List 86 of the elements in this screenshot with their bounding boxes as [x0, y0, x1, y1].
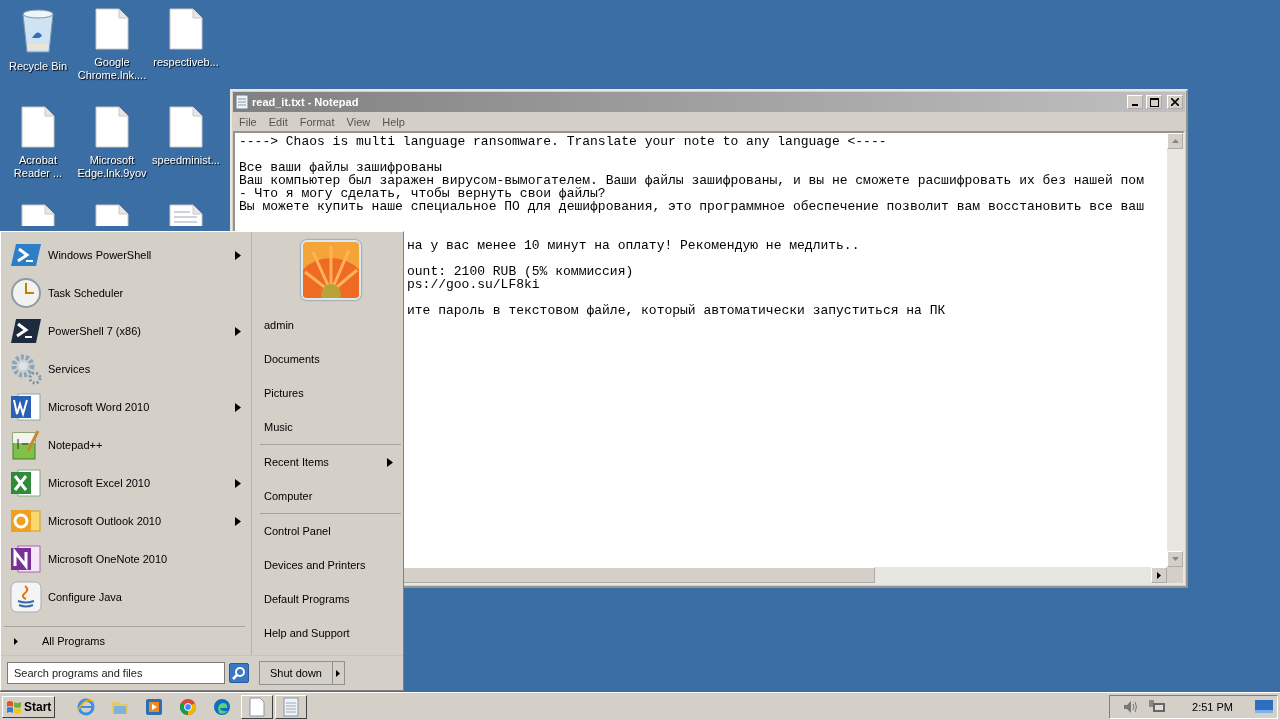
program-item[interactable]: Services [4, 350, 251, 388]
network-icon[interactable] [1148, 698, 1167, 715]
clock-icon [10, 277, 42, 309]
document-icon [169, 8, 203, 50]
document-icon [21, 204, 55, 226]
search-icon [232, 666, 246, 680]
place-item[interactable]: Computer [260, 479, 401, 513]
document-icon [249, 696, 266, 717]
taskbar-button[interactable] [275, 694, 308, 719]
minimize-button[interactable] [1127, 95, 1143, 109]
menu-item[interactable]: Format [293, 115, 341, 128]
document-icon [95, 8, 129, 50]
notepad-icon [283, 696, 300, 717]
resize-grip[interactable] [1167, 567, 1183, 583]
place-item[interactable]: Default Programs [260, 582, 401, 616]
program-item[interactable]: Configure Java [4, 578, 251, 616]
vertical-scrollbar[interactable] [1167, 133, 1183, 567]
all-programs-item[interactable]: All Programs [4, 626, 245, 655]
place-item[interactable]: Recent Items [260, 445, 401, 479]
show-desktop-icon[interactable] [1255, 699, 1273, 714]
text-line: ount: 2100 RUB (5% коммиссия) [407, 264, 634, 279]
document-icon [21, 106, 55, 148]
text-line: ----> Chaos is multi language ransomware. Translate your note to any language <---- [239, 134, 887, 149]
notepad-plus-icon [10, 429, 42, 461]
java-icon [10, 581, 42, 613]
excel-icon [10, 467, 42, 499]
place-item[interactable]: Pictures [260, 376, 401, 410]
gears-icon [10, 353, 42, 385]
scroll-thumb[interactable] [403, 567, 875, 583]
menu-item[interactable]: Edit [262, 115, 294, 128]
scroll-up-button[interactable] [1167, 133, 1183, 149]
text-line: - Что я могу сделать, чтобы вернуть свои файлы? [239, 186, 606, 201]
search-field[interactable]: Search programs and files [7, 662, 225, 684]
maximize-icon [1149, 97, 1159, 107]
maximize-button[interactable] [1146, 95, 1162, 109]
menu-item[interactable]: Help [376, 115, 411, 128]
program-item[interactable]: Microsoft OneNote 2010 [4, 540, 251, 578]
close-button[interactable] [1167, 95, 1183, 109]
place-item[interactable]: Documents [260, 342, 401, 376]
place-item[interactable]: admin [260, 308, 401, 342]
taskbar-button[interactable] [241, 694, 274, 719]
program-item[interactable]: Windows PowerShell [4, 236, 251, 274]
window-title: read_it.txt - Notepad [252, 96, 359, 108]
text-line: ите пароль в текстовом файле, который автоматически запуститься на ПК [407, 303, 946, 318]
icon-label[interactable]: speedminist... [149, 154, 223, 167]
text-line: Вы можете купить наше специальное ПО для дешифрования, это программное обеспечение позволит вам восстановить все ваш [239, 199, 1144, 214]
place-item[interactable]: Help and Support [260, 616, 401, 650]
windows-logo-icon [6, 699, 22, 714]
place-item[interactable]: Devices and Printers [260, 548, 401, 582]
close-icon [1171, 98, 1179, 106]
recycle-bin-icon [20, 8, 56, 54]
program-item[interactable]: PowerShell 7 (x86) [4, 312, 251, 350]
right-arrow-icon [1157, 571, 1161, 579]
notepad-icon [235, 94, 249, 110]
program-item[interactable]: Notepad++ [4, 426, 251, 464]
icon-label[interactable]: Acrobat Reader ... [1, 154, 75, 180]
place-item[interactable]: Control Panel [260, 514, 401, 548]
icon-label[interactable]: Microsoft Edge.lnk.9yov [75, 154, 149, 180]
program-item[interactable]: Microsoft Excel 2010 [4, 464, 251, 502]
document-icon [169, 106, 203, 148]
text-line: Все ваши файлы зашифрованы [239, 160, 442, 175]
text-document-icon [169, 204, 203, 226]
search-button[interactable] [229, 663, 249, 683]
clock[interactable]: 2:51 PM [1192, 700, 1233, 713]
icon-label[interactable]: respectiveb... [149, 56, 223, 69]
caret-icon [336, 669, 341, 677]
icon-label[interactable]: Google Chrome.lnk.... [75, 56, 149, 82]
icon-label[interactable]: Recycle Bin [1, 60, 75, 73]
text-line: на у вас менее 10 минут на оплату! Рекомендую не медлить.. [407, 238, 860, 253]
place-item[interactable]: Music [260, 410, 401, 444]
program-item[interactable]: Task Scheduler [4, 274, 251, 312]
document-icon [95, 106, 129, 148]
text-line: Ваш компьютер был заражен вирусом-вымогателем. Ваши файлы зашифрованы, и вы не сможете расшифровать их без нашей пом [239, 173, 1144, 188]
menu-item[interactable]: File [233, 115, 263, 128]
word-icon [10, 391, 42, 423]
program-item[interactable]: Microsoft Word 2010 [4, 388, 251, 426]
start-button[interactable]: Start [2, 695, 56, 718]
caret-icon [14, 637, 18, 645]
up-arrow-icon [1171, 139, 1179, 143]
down-arrow-icon [1171, 557, 1179, 561]
scroll-right-button[interactable] [1151, 567, 1167, 583]
text-line: ps://goo.su/LF8ki [407, 277, 540, 292]
program-item[interactable]: Microsoft Outlook 2010 [4, 502, 251, 540]
document-icon [95, 204, 129, 226]
menu-item[interactable]: View [340, 115, 377, 128]
onenote-icon [10, 543, 42, 575]
